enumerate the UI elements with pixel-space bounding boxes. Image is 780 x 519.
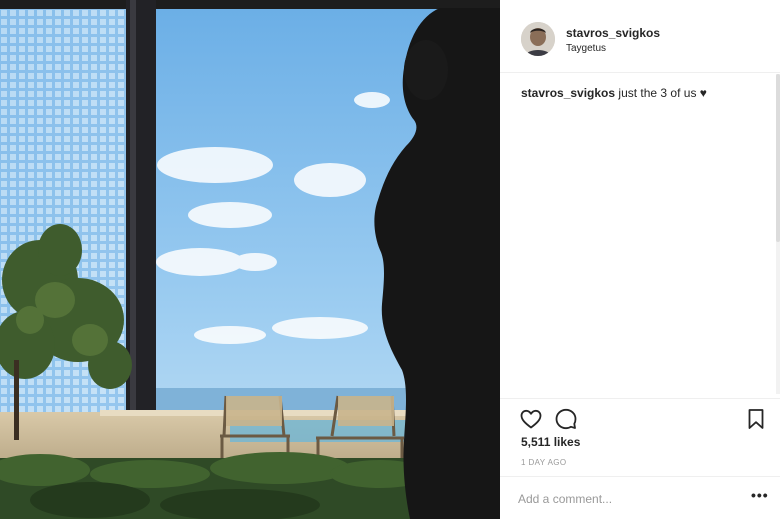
heart-outline-icon (520, 409, 542, 429)
scrollbar-thumb[interactable] (776, 74, 780, 242)
post-timestamp[interactable]: 1 DAY AGO (521, 458, 567, 467)
post-caption: stavros_svigkos just the 3 of us ♥ (521, 86, 707, 100)
speech-bubble-icon (555, 408, 577, 430)
post-photo-image (0, 0, 500, 519)
comment-input[interactable] (518, 489, 738, 509)
post-side-panel: stavros_svigkos Taygetus stavros_svigkos… (500, 0, 780, 519)
username-link[interactable]: stavros_svigkos (566, 26, 660, 40)
post-photo[interactable] (0, 0, 500, 519)
location-link[interactable]: Taygetus (566, 43, 606, 54)
more-options-button[interactable]: ••• (751, 487, 769, 503)
avatar-image (521, 22, 555, 56)
avatar[interactable] (521, 22, 555, 56)
comment-button[interactable] (554, 407, 578, 431)
bookmark-icon (748, 409, 764, 429)
likes-count[interactable]: 5,511 likes (521, 435, 580, 449)
post-header: stavros_svigkos Taygetus (500, 0, 780, 73)
comments-scrollbar[interactable] (776, 74, 780, 394)
save-button[interactable] (744, 407, 768, 431)
caption-text: just the 3 of us (615, 86, 700, 100)
action-bar (500, 398, 780, 438)
comment-bar: ••• (500, 476, 780, 519)
like-button[interactable] (519, 407, 543, 431)
caption-username-link[interactable]: stavros_svigkos (521, 86, 615, 100)
caption-heart-emoji: ♥ (699, 86, 707, 100)
